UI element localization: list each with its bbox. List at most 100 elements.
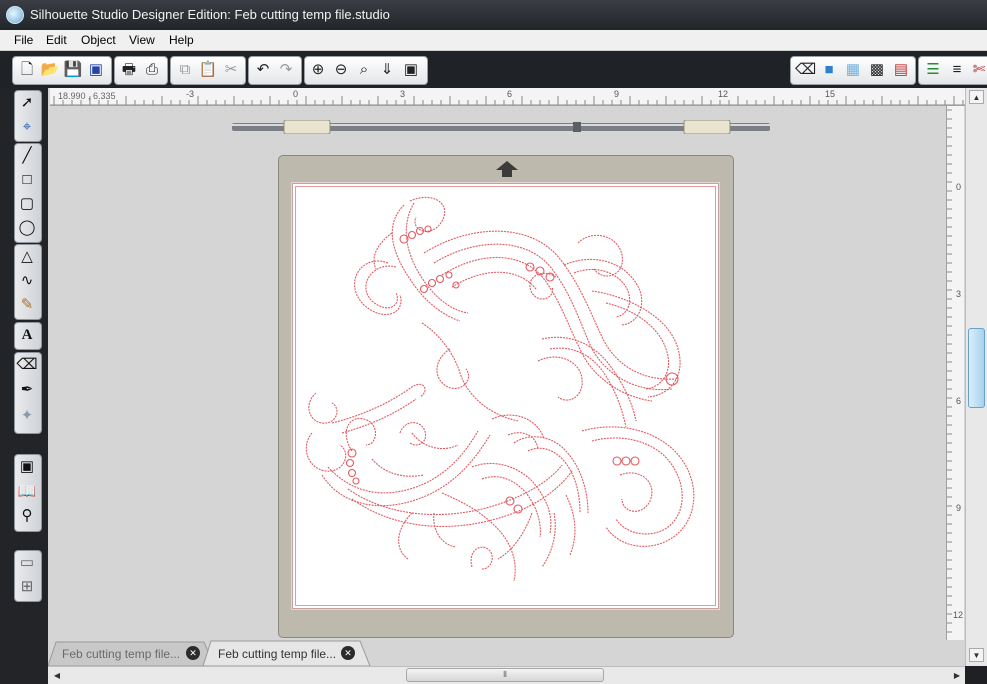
edit-points-icon[interactable]: ⌖ <box>16 116 38 138</box>
text-tool-icon[interactable]: A <box>16 324 38 346</box>
cursor-coordinates: 18.990 , 6.335 <box>58 91 116 101</box>
store-icon[interactable]: ⚲ <box>16 505 38 527</box>
trace-tool-icon[interactable]: ✦ <box>16 405 38 427</box>
toolbar-print-group: 🖶 ⎙ <box>114 56 168 85</box>
scroll-down-button[interactable]: ▼ <box>969 648 984 662</box>
save-to-sd-icon[interactable]: ▣ <box>86 60 106 80</box>
design-dot <box>621 456 631 466</box>
menu-file[interactable]: File <box>14 33 33 47</box>
select-arrow-icon[interactable]: ➚ <box>16 92 38 114</box>
zoom-in-icon[interactable]: ⊕ <box>308 60 328 80</box>
library-icon[interactable]: 📖 <box>16 481 38 503</box>
title-bar: Silhouette Studio Designer Edition: Feb … <box>0 0 987 30</box>
zoom-select-icon[interactable]: ⌕ <box>354 60 374 80</box>
ruler-label: 15 <box>825 89 836 99</box>
menu-view[interactable]: View <box>129 33 155 47</box>
paste-icon[interactable]: 📋 <box>198 60 218 80</box>
ruler-label: 12 <box>718 89 729 99</box>
print-and-cut-icon[interactable]: ⎙ <box>142 60 162 80</box>
ruler-label: 6 <box>507 89 513 99</box>
view-tools-group: ▭ ⊞ <box>14 550 42 602</box>
draw-tools-group: △ ∿ ✎ <box>14 244 42 320</box>
scroll-thumb[interactable] <box>968 328 985 408</box>
knife-tool-icon[interactable]: ✒ <box>16 379 38 401</box>
ruler-label: 0 <box>956 182 962 192</box>
horizontal-ruler: 18.990 , 6.335 -3 0 3 6 9 12 15 <box>50 88 965 106</box>
toolbar-clipboard-group: ⧉ 📋 ✂ <box>170 56 246 85</box>
new-file-icon[interactable]: 🗋 <box>17 60 37 80</box>
design-dot <box>345 458 355 468</box>
ellipse-tool-icon[interactable]: ◯ <box>16 217 38 239</box>
design-dot <box>445 271 453 279</box>
line-color-icon[interactable]: ☰ <box>923 60 943 80</box>
vertical-ruler: 0 3 6 9 12 <box>946 106 964 666</box>
ruler-label: 0 <box>293 89 299 99</box>
ruler-label: 6 <box>956 396 962 406</box>
rail-graphic <box>232 119 770 135</box>
design-dot <box>407 230 417 240</box>
shape-tools-group: ╱ □ ▢ ◯ <box>14 143 42 243</box>
fit-to-page-icon[interactable]: ▣ <box>401 60 421 80</box>
scroll-left-button[interactable]: ◀ <box>50 668 64 683</box>
rounded-rectangle-tool-icon[interactable]: ▢ <box>16 193 38 215</box>
design-dot <box>612 456 622 466</box>
freehand-tool-icon[interactable]: ✎ <box>16 294 38 316</box>
main-toolbar: 🗋 📂 💾 ▣ 🖶 ⎙ ⧉ 📋 ✂ ↶ ↷ ⊕ ⊖ ⌕ ⇓ ▣ ⌫ ■ ▦ ▩ … <box>0 51 987 88</box>
ruler-label: 12 <box>953 610 964 620</box>
close-tab-icon[interactable]: ✕ <box>186 646 200 660</box>
design-dot <box>352 477 360 485</box>
menu-help[interactable]: Help <box>169 33 194 47</box>
eraser-tool-icon[interactable]: ⌫ <box>16 354 38 376</box>
open-folder-icon[interactable]: 📂 <box>40 60 60 80</box>
save-icon[interactable]: 💾 <box>63 60 83 80</box>
scroll-up-button[interactable]: ▲ <box>969 90 984 104</box>
scroll-right-button[interactable]: ▶ <box>950 668 964 683</box>
edit-tools-group: ⌫ ✒ ✦ <box>14 352 42 434</box>
grid-toggle-icon[interactable]: ⊞ <box>16 576 38 598</box>
pan-icon[interactable]: ⇓ <box>377 60 397 80</box>
toolbar-zoom-group: ⊕ ⊖ ⌕ ⇓ ▣ <box>304 56 428 85</box>
toolbar-file-group: 🗋 📂 💾 ▣ <box>12 56 112 85</box>
print-icon[interactable]: 🖶 <box>119 60 139 80</box>
eraser-fill-icon[interactable]: ⌫ <box>795 60 816 80</box>
ruler-label: 3 <box>400 89 406 99</box>
zoom-out-icon[interactable]: ⊖ <box>331 60 351 80</box>
menu-object[interactable]: Object <box>81 33 116 47</box>
undo-icon[interactable]: ↶ <box>253 60 273 80</box>
ruler-label: 9 <box>956 503 962 513</box>
horizontal-scrollbar[interactable]: ◀ ⦀ ▶ <box>48 666 965 684</box>
panel-toggle-icon[interactable]: ▭ <box>16 552 38 574</box>
redo-icon[interactable]: ↷ <box>276 60 296 80</box>
gradient-icon[interactable]: ▩ <box>867 60 887 80</box>
scroll-thumb[interactable]: ⦀ <box>406 668 604 682</box>
document-tabs: Feb cutting temp file... ✕ Feb cutting t… <box>48 640 965 666</box>
line-width-icon[interactable]: ≡ <box>947 60 967 80</box>
flourish-design[interactable] <box>292 183 719 609</box>
cut-scissors-icon[interactable]: ✂ <box>221 60 241 80</box>
toolbar-line-group: ☰ ≡ ✄ <box>918 56 987 85</box>
curve-tool-icon[interactable]: ∿ <box>16 270 38 292</box>
design-dot <box>513 504 523 514</box>
tab-label: Feb cutting temp file... <box>62 647 181 661</box>
toolbar-undo-group: ↶ ↷ <box>248 56 302 85</box>
design-dot <box>630 456 640 466</box>
menu-bar: File Edit Object View Help <box>0 30 987 51</box>
ruler-label: 9 <box>614 89 620 99</box>
fill-pattern-icon[interactable]: ▦ <box>843 60 863 80</box>
text-tools-group: A <box>14 322 42 350</box>
rectangle-tool-icon[interactable]: □ <box>16 169 38 191</box>
fill-color-icon[interactable]: ■ <box>819 60 839 80</box>
select-tools-group: ➚ ⌖ <box>14 90 42 142</box>
polygon-tool-icon[interactable]: △ <box>16 246 38 268</box>
close-tab-icon[interactable]: ✕ <box>341 646 355 660</box>
line-style-icon[interactable]: ▤ <box>891 60 911 80</box>
page-settings-icon[interactable]: ▣ <box>16 456 38 478</box>
copy-icon[interactable]: ⧉ <box>175 60 195 80</box>
vertical-scrollbar[interactable]: ▲ ▼ <box>965 88 987 666</box>
menu-edit[interactable]: Edit <box>46 33 67 47</box>
design-dot <box>347 468 357 478</box>
left-toolbar: ➚ ⌖ ╱ □ ▢ ◯ △ ∿ ✎ A ⌫ ✒ ✦ ▣ 📖 ⚲ ▭ ⊞ <box>0 88 48 684</box>
line-tool-icon[interactable]: ╱ <box>16 145 38 167</box>
cut-style-icon[interactable]: ✄ <box>969 60 987 80</box>
tab-label: Feb cutting temp file... <box>218 647 337 661</box>
